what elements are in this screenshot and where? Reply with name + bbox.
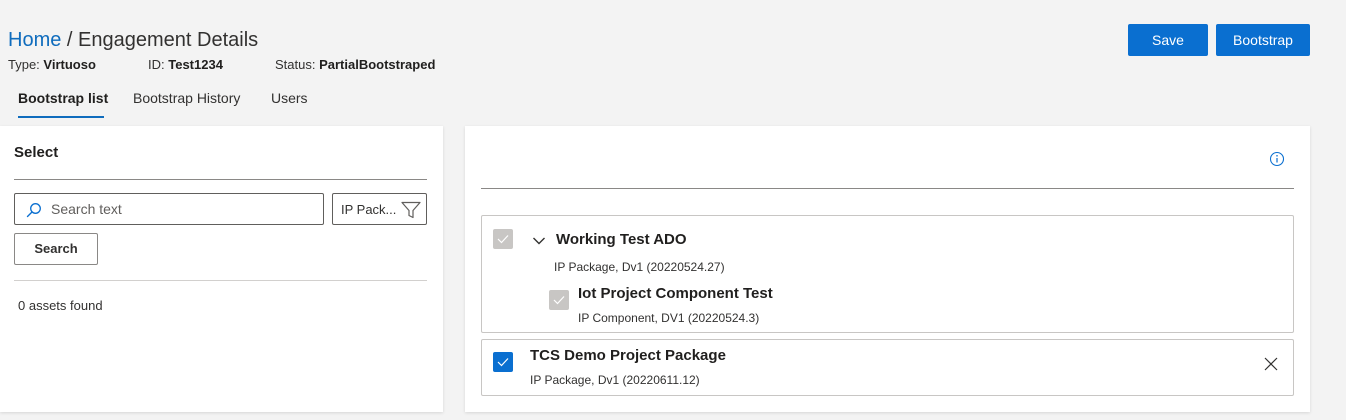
chevron-down-icon[interactable] — [532, 234, 546, 248]
search-input[interactable] — [51, 199, 316, 219]
page-header: Home / Engagement Details Type: Virtuoso… — [0, 0, 1346, 120]
divider — [14, 280, 427, 281]
child-item-subtitle: IP Component, DV1 (20220524.3) — [578, 311, 760, 325]
divider — [14, 179, 427, 180]
close-icon[interactable] — [1263, 356, 1279, 372]
type-label: Type: — [8, 57, 40, 72]
item-checkbox[interactable] — [493, 352, 513, 372]
status-label: Status: — [275, 57, 316, 72]
assets-found-count: 0 assets found — [18, 298, 103, 313]
save-button[interactable]: Save — [1128, 24, 1208, 56]
id-value: Test1234 — [168, 57, 223, 72]
bootstrap-button[interactable]: Bootstrap — [1216, 24, 1310, 56]
selected-item-card: Working Test ADO IP Package, Dv1 (202205… — [481, 215, 1294, 333]
child-item-title: Iot Project Component Test — [578, 285, 773, 302]
type-value: Virtuoso — [43, 57, 96, 72]
id-info: ID: Test1234 — [148, 57, 223, 73]
breadcrumb-home-link[interactable]: Home — [8, 29, 61, 51]
status-info: Status: PartialBootstraped — [275, 57, 435, 73]
filter-icon — [401, 201, 421, 219]
asset-type-filter-dropdown[interactable]: IP Pack... — [332, 193, 427, 225]
divider — [481, 188, 1294, 189]
item-checkbox — [493, 229, 513, 249]
active-tab-indicator — [18, 116, 104, 118]
info-icon[interactable] — [1269, 151, 1285, 167]
item-subtitle: IP Package, Dv1 (20220524.27) — [554, 260, 725, 274]
child-item-checkbox — [549, 290, 569, 310]
tab-users[interactable]: Users — [271, 90, 308, 106]
breadcrumb-separator: / — [61, 29, 79, 51]
item-title: TCS Demo Project Package — [530, 347, 726, 364]
tab-bootstrap-history[interactable]: Bootstrap History — [133, 90, 240, 106]
search-icon — [26, 202, 42, 218]
type-info: Type: Virtuoso — [8, 57, 96, 73]
search-button[interactable]: Search — [14, 233, 98, 265]
filter-value: IP Pack... — [341, 202, 397, 217]
breadcrumb: Home / Engagement Details — [8, 28, 258, 52]
id-label: ID: — [148, 57, 165, 72]
selected-item-card: TCS Demo Project Package IP Package, Dv1… — [481, 339, 1294, 396]
select-panel: Select IP Pack... Search 0 assets found — [0, 126, 443, 412]
tab-bootstrap-list[interactable]: Bootstrap list — [18, 90, 108, 106]
item-title: Working Test ADO — [556, 231, 687, 248]
bootstrap-selection-panel: Working Test ADO IP Package, Dv1 (202205… — [465, 126, 1310, 412]
select-panel-title: Select — [14, 144, 59, 161]
page-title: Engagement Details — [78, 29, 259, 51]
search-field[interactable] — [14, 193, 324, 225]
item-subtitle: IP Package, Dv1 (20220611.12) — [530, 373, 700, 387]
status-value: PartialBootstraped — [319, 57, 436, 72]
